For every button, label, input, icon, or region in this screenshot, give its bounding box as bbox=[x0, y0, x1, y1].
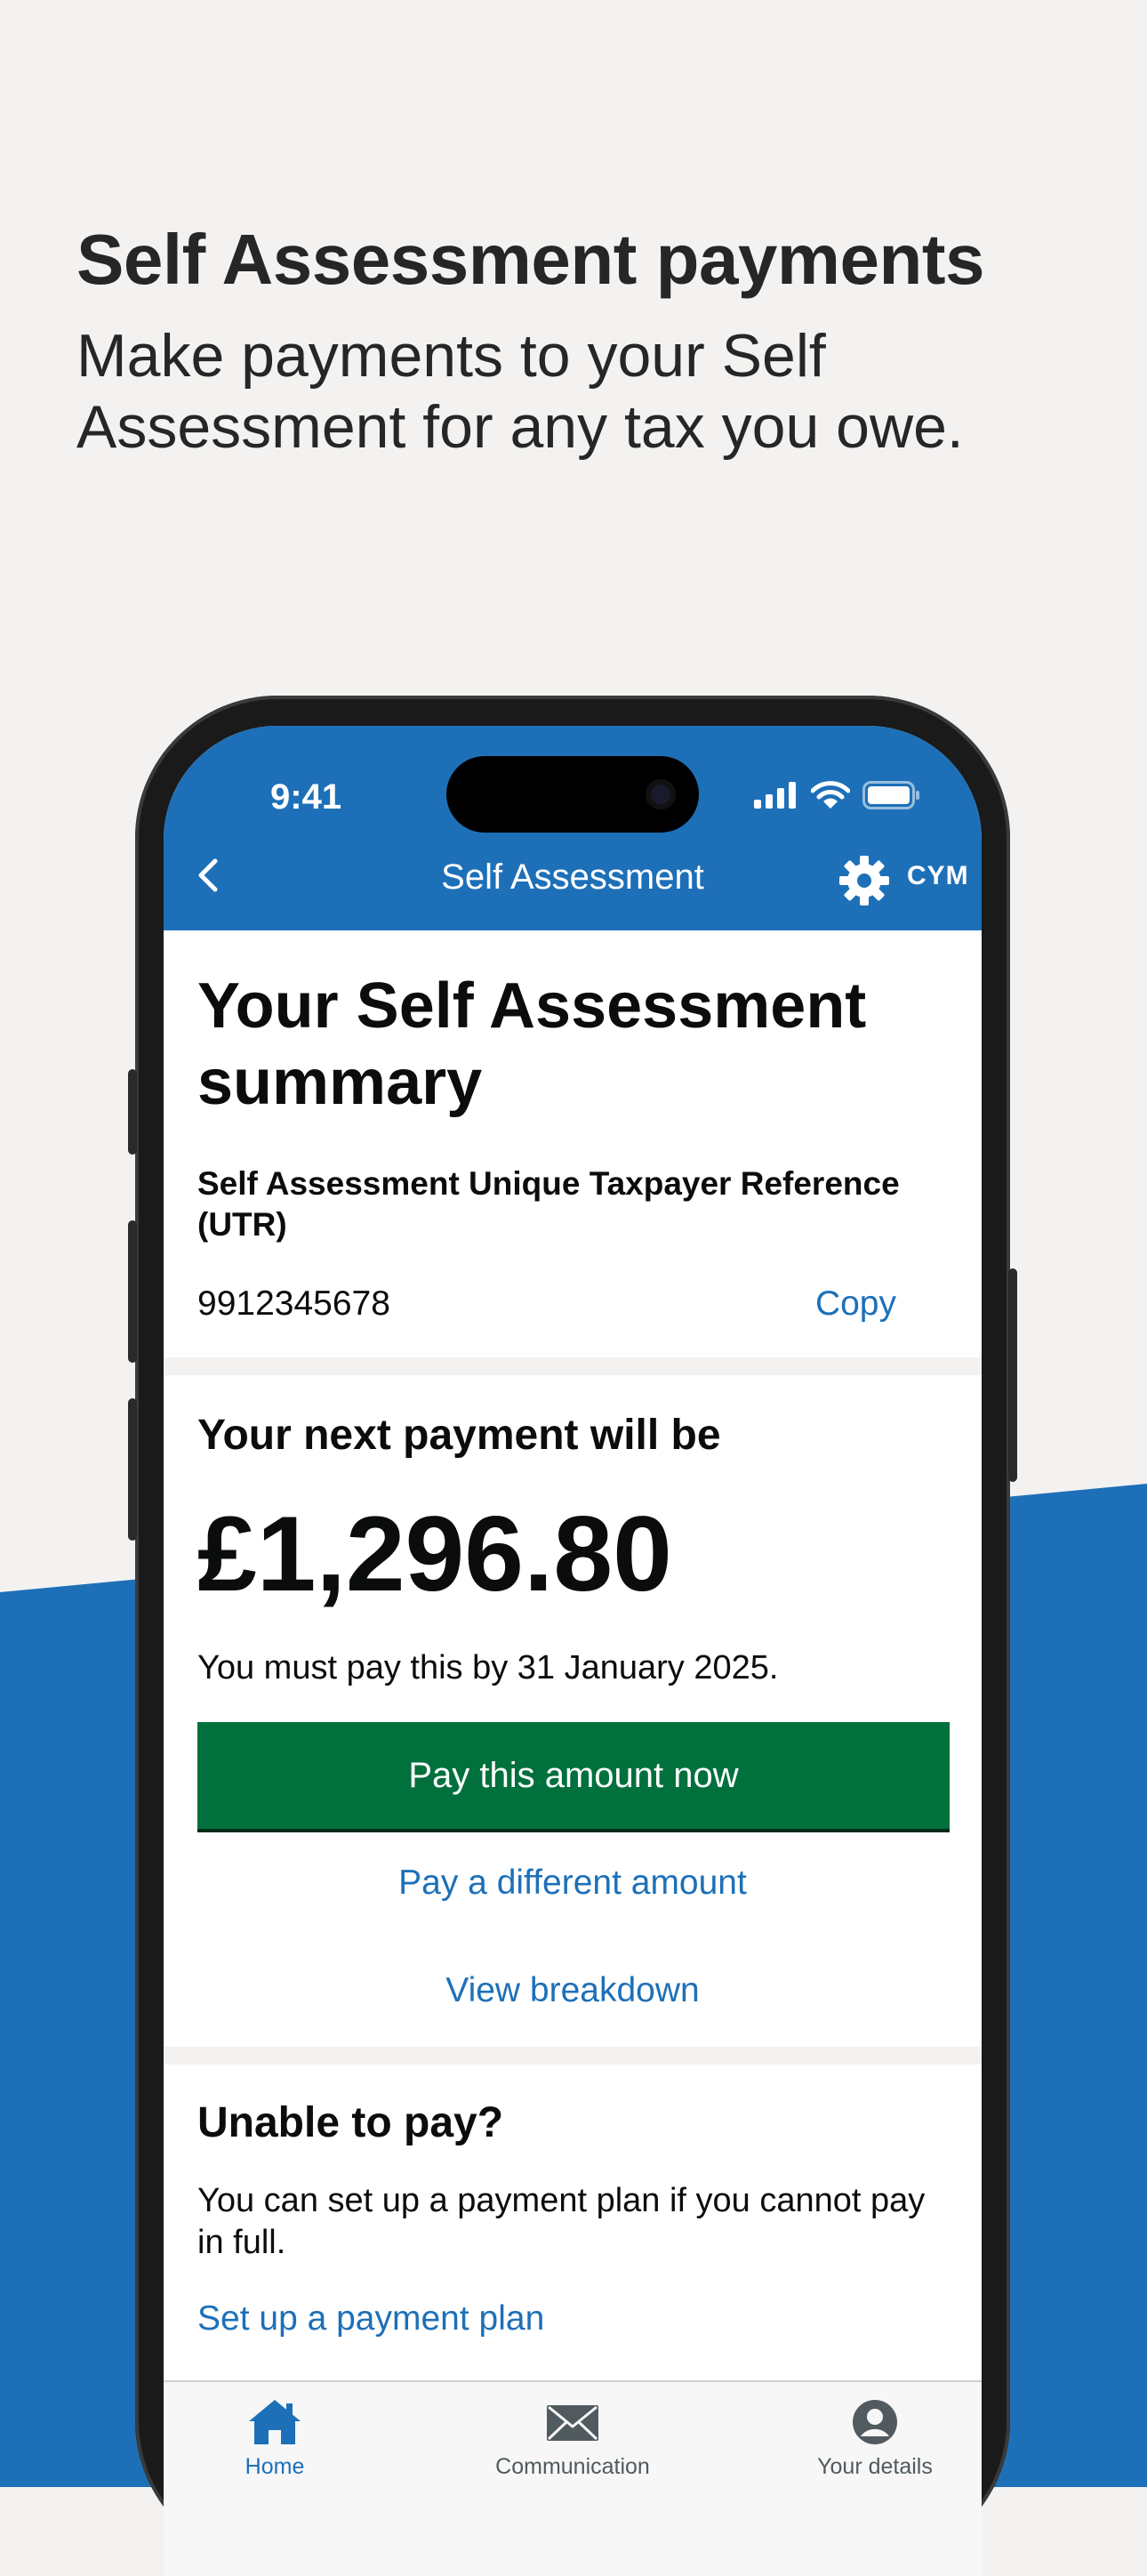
copy-utr-link[interactable]: Copy bbox=[815, 1284, 896, 1324]
phone-volume-up-button bbox=[128, 1220, 137, 1363]
next-payment-heading: Your next payment will be bbox=[197, 1412, 721, 1459]
app-screen: 9:41 Self Assessment CYM Your Self Asses… bbox=[164, 726, 982, 2576]
utr-row: 9912345678 Copy bbox=[197, 1245, 948, 1357]
tab-home[interactable]: Home bbox=[217, 2398, 333, 2480]
payment-plan-link[interactable]: Set up a payment plan bbox=[197, 2264, 948, 2339]
section-divider bbox=[164, 1357, 982, 1375]
marketing-title: Self Assessment payments bbox=[76, 220, 985, 299]
language-toggle-button[interactable]: CYM bbox=[907, 861, 969, 891]
camera-icon bbox=[646, 779, 676, 809]
summary-card: Your Self Assessment summary Self Assess… bbox=[164, 930, 982, 1357]
status-time: 9:41 bbox=[270, 777, 342, 817]
scroll-content[interactable]: Your Self Assessment summary Self Assess… bbox=[164, 930, 982, 2339]
home-icon bbox=[249, 2400, 301, 2444]
section-divider bbox=[164, 2047, 982, 2065]
phone-frame: 9:41 Self Assessment CYM Your Self Asses… bbox=[128, 696, 1017, 2576]
summary-heading: Your Self Assessment summary bbox=[197, 970, 867, 1118]
tab-communication[interactable]: Communication bbox=[484, 2398, 662, 2480]
status-bar: 9:41 Self Assessment CYM bbox=[164, 726, 982, 930]
tab-bar: Home Communication Your details bbox=[164, 2380, 982, 2576]
envelope-icon bbox=[547, 2405, 598, 2441]
payment-due-text: You must pay this by 31 January 2025. bbox=[197, 1649, 779, 1686]
nav-bar: Self Assessment CYM bbox=[164, 824, 982, 930]
dynamic-island bbox=[446, 756, 699, 833]
phone-volume-down-button bbox=[128, 1398, 137, 1541]
utr-label: Self Assessment Unique Taxpayer Referenc… bbox=[197, 1165, 900, 1243]
signal-icon bbox=[754, 782, 796, 809]
payment-card: Your next payment will be £1,296.80 You … bbox=[164, 1375, 982, 2047]
view-breakdown-link[interactable]: View breakdown bbox=[197, 1970, 948, 2011]
person-icon bbox=[853, 2400, 897, 2444]
status-icons bbox=[754, 781, 921, 809]
pay-now-button[interactable]: Pay this amount now bbox=[197, 1722, 950, 1829]
back-button[interactable] bbox=[181, 849, 235, 902]
settings-gear-icon[interactable] bbox=[839, 856, 889, 906]
unable-text: You can set up a payment plan if you can… bbox=[197, 2182, 926, 2261]
wifi-icon bbox=[811, 781, 850, 809]
battery-icon bbox=[862, 781, 919, 809]
payment-amount: £1,296.80 bbox=[197, 1494, 672, 1614]
tab-home-label: Home bbox=[245, 2454, 305, 2479]
tab-communication-label: Communication bbox=[495, 2454, 650, 2479]
unable-to-pay-card: Unable to pay? You can set up a payment … bbox=[164, 2065, 982, 2339]
phone-power-button bbox=[1008, 1268, 1017, 1482]
tab-your-details-label: Your details bbox=[817, 2454, 933, 2479]
unable-heading: Unable to pay? bbox=[197, 2099, 504, 2146]
pay-different-amount-link[interactable]: Pay a different amount bbox=[197, 1863, 948, 1904]
marketing-subtitle: Make payments to your Self Assessment fo… bbox=[76, 322, 964, 461]
chevron-left-icon bbox=[198, 858, 218, 892]
tab-your-details[interactable]: Your details bbox=[804, 2398, 946, 2480]
phone-action-button bbox=[128, 1069, 137, 1155]
utr-value: 9912345678 bbox=[197, 1284, 390, 1323]
